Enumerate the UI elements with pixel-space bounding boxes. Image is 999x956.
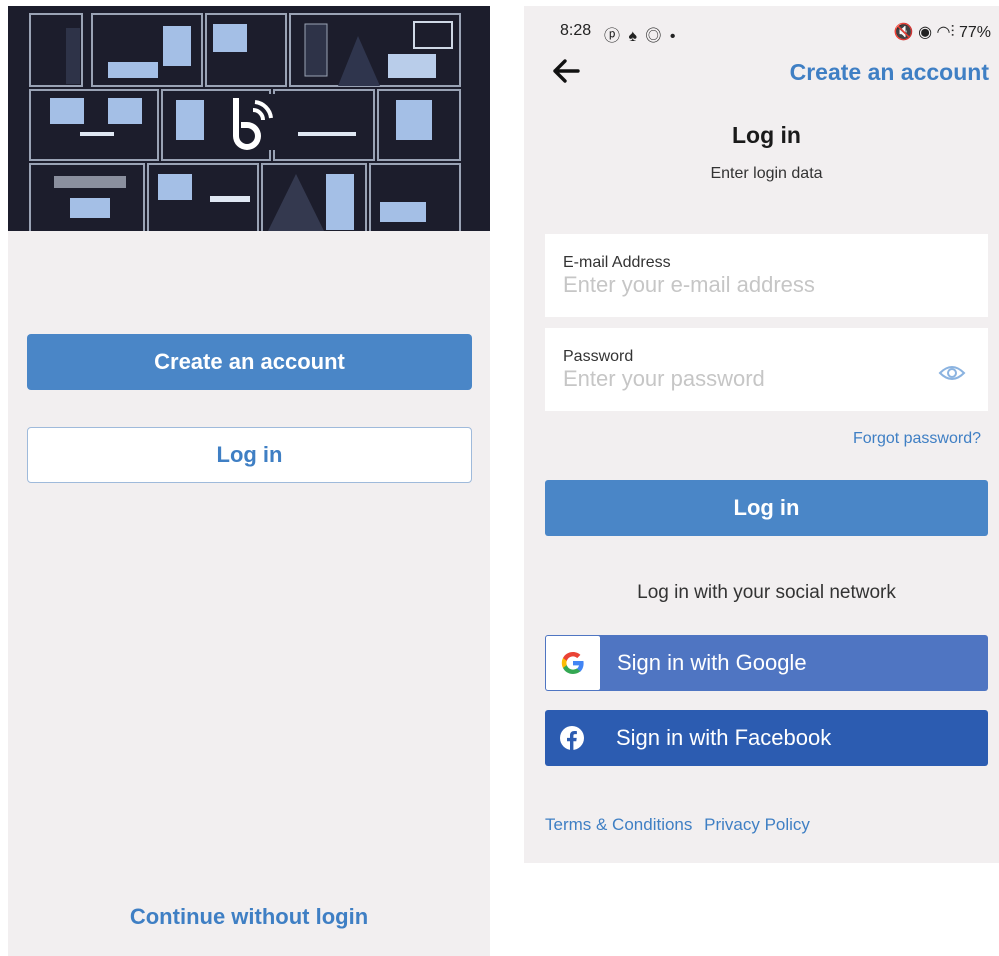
facebook-signin-label: Sign in with Facebook [616,725,832,750]
status-notification-icons: ⓟ ♠ ◎ • [604,28,678,45]
status-bar: 8:28 ⓟ ♠ ◎ • 🔇 ◉ ◠⫶ 77% [524,18,999,45]
password-label: Password [563,348,634,365]
login-button[interactable]: Log in [27,427,472,483]
submit-login-label: Log in [733,495,800,520]
google-logo-icon [546,636,600,690]
app-logo-icon [221,94,275,150]
password-field[interactable]: Password [545,328,988,411]
email-label: E-mail Address [563,254,671,271]
terms-link[interactable]: Terms & Conditions [545,815,692,834]
page-title: Log in [732,122,801,148]
login-screen: 8:28 ⓟ ♠ ◎ • 🔇 ◉ ◠⫶ 77% Create an accoun… [524,6,999,863]
continue-without-login-link[interactable]: Continue without login [8,904,490,930]
back-arrow-icon[interactable] [552,58,582,84]
forgot-password-link[interactable]: Forgot password? [853,430,981,448]
hero-illustration [8,6,490,231]
welcome-screen: Create an account Log in Continue withou… [8,6,490,956]
login-label: Log in [216,442,283,467]
social-login-heading: Log in with your social network [637,582,896,603]
submit-login-button[interactable]: Log in [545,480,988,536]
status-system-icons: 🔇 ◉ ◠⫶ 77% [893,24,991,41]
facebook-logo-icon [545,711,599,765]
create-account-link[interactable]: Create an account [790,59,989,86]
page-subtitle: Enter login data [710,165,823,182]
email-input[interactable] [563,272,923,298]
email-field[interactable]: E-mail Address [545,234,988,317]
eye-icon[interactable] [938,364,966,382]
status-time: 8:28 [560,22,592,39]
google-signin-label: Sign in with Google [617,650,807,675]
create-account-button[interactable]: Create an account [27,334,472,390]
privacy-link[interactable]: Privacy Policy [704,815,810,834]
create-account-label: Create an account [154,349,345,374]
google-signin-button[interactable]: Sign in with Google [545,635,988,691]
password-input[interactable] [563,366,923,392]
facebook-signin-button[interactable]: Sign in with Facebook [545,710,988,766]
footer-links: Terms & Conditions Privacy Policy [545,815,817,835]
